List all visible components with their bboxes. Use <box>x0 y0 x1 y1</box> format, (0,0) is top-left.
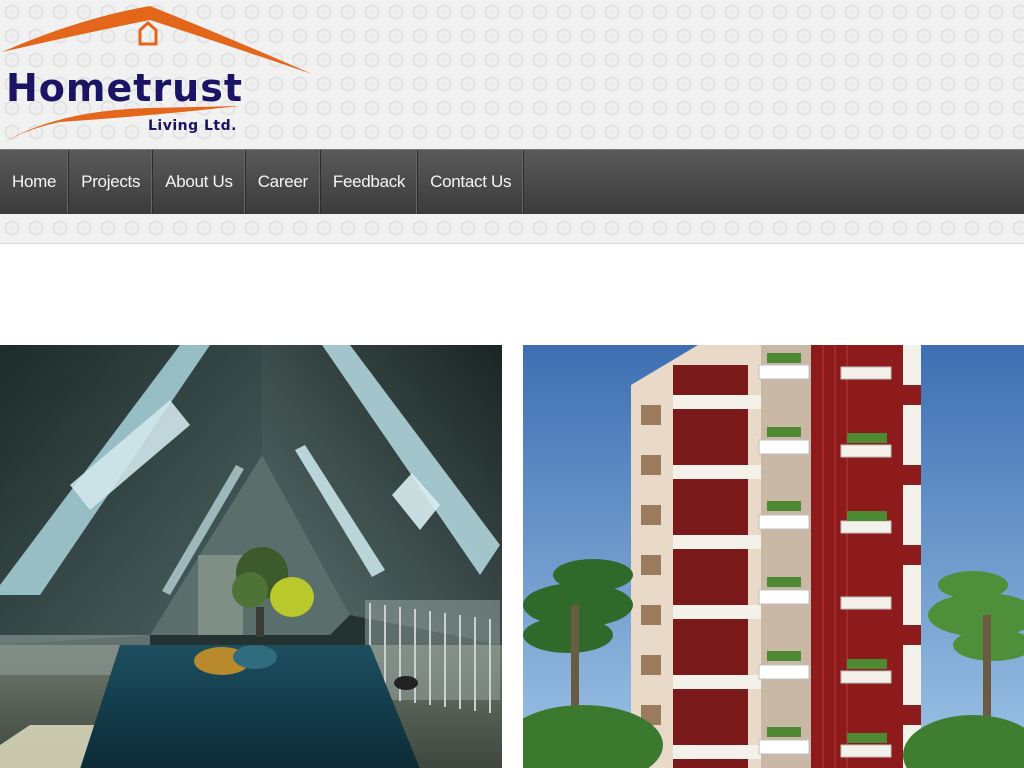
nav-item-home[interactable]: Home <box>0 150 70 214</box>
nav-item-about-us[interactable]: About Us <box>153 150 246 214</box>
nav-item-contact-us[interactable]: Contact Us <box>418 150 525 214</box>
apartment-building-image[interactable] <box>523 345 1024 768</box>
attic-bedroom-image[interactable] <box>0 345 502 768</box>
logo-brand-name: Hometrust <box>6 66 244 110</box>
nav-item-feedback[interactable]: Feedback <box>321 150 419 214</box>
main-content <box>0 243 1024 768</box>
main-navigation: Home Projects About Us Career Feedback C… <box>0 149 1024 214</box>
site-header: Hometrust Living Ltd. <box>0 0 1024 150</box>
nav-item-projects[interactable]: Projects <box>69 150 154 214</box>
hometrust-logo[interactable]: Hometrust Living Ltd. <box>0 0 320 148</box>
nav-item-career[interactable]: Career <box>246 150 321 214</box>
logo-tagline: Living Ltd. <box>148 118 237 134</box>
